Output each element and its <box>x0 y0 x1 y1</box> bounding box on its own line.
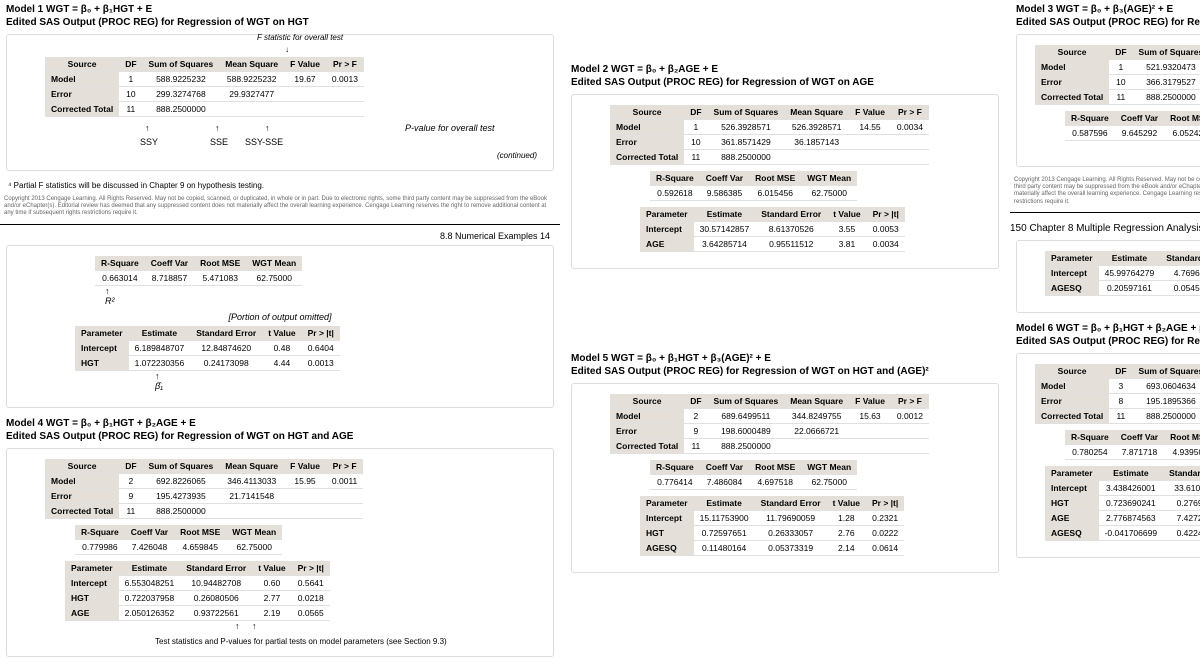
ssy-label: SSY <box>140 137 158 147</box>
model6-anova: SourceDFSum of SquaresMean SquareF Value… <box>1035 364 1200 424</box>
model3-est: ParameterEstimateStandard Errort ValuePr… <box>1045 251 1200 296</box>
model5-stats: R-SquareCoeff VarRoot MSEWGT Mean 0.7764… <box>650 460 857 490</box>
model3-title: Model 3 WGT = β₀ + β₃(AGE)² + E <box>1016 4 1200 15</box>
copyright-3: Copyright 2013 Cengage Learning. All Rig… <box>1014 177 1200 206</box>
model3-block: SourceDFSum of SquaresMean SquareF Value… <box>1016 34 1200 167</box>
model1-block: F statistic for overall test ↓ SourceDFS… <box>6 34 554 171</box>
model1-title: Model 1 WGT = β₀ + β₁HGT + E <box>6 4 560 15</box>
model6-est: ParameterEstimateStandard Errort ValuePr… <box>1045 466 1200 541</box>
model6-title: Model 6 WGT = β₀ + β₁HGT + β₂AGE + β₃(AG… <box>1016 323 1200 334</box>
model2-est: ParameterEstimateStandard Errort ValuePr… <box>640 207 905 252</box>
model6-sub: Edited SAS Output (PROC REG) for Regress… <box>1016 336 1200 347</box>
model1-block2: R-SquareCoeff VarRoot MSEWGT Mean 0.6630… <box>6 245 554 408</box>
model6-stats: R-SquareCoeff VarRoot MSEWGT Mean 0.7802… <box>1065 430 1200 460</box>
model4-est: ParameterEstimateStandard Errort ValuePr… <box>65 561 330 621</box>
model4-anova: SourceDFSum of SquaresMean SquareF Value… <box>45 459 363 519</box>
model5-block: SourceDFSum of SquaresMean SquareF Value… <box>571 383 999 573</box>
model5-title: Model 5 WGT = β₀ + β₁HGT + β₃(AGE)² + E <box>571 353 1005 364</box>
model5-anova: SourceDFSum of SquaresMean SquareF Value… <box>610 394 929 454</box>
model4-sub: Edited SAS Output (PROC REG) for Regress… <box>6 431 560 442</box>
model2-block: SourceDFSum of SquaresMean SquareF Value… <box>571 94 999 269</box>
model5-est: ParameterEstimateStandard Errort ValuePr… <box>640 496 904 556</box>
model3-stats: R-SquareCoeff VarRoot MSEWGT Mean 0.5875… <box>1065 111 1200 141</box>
model5-sub: Edited SAS Output (PROC REG) for Regress… <box>571 366 1005 377</box>
continued-1: (continued) <box>15 151 537 160</box>
model1-stats: R-SquareCoeff VarRoot MSEWGT Mean 0.6630… <box>95 256 302 286</box>
b1-label: β̂₁ <box>155 381 163 391</box>
continued-3: (continued) <box>1025 147 1200 156</box>
model1-sub: Edited SAS Output (PROC REG) for Regress… <box>6 17 560 28</box>
model2-title: Model 2 WGT = β₀ + β₂AGE + E <box>571 64 1005 75</box>
model6-block: SourceDFSum of SquaresMean SquareF Value… <box>1016 353 1200 558</box>
model4-block: SourceDFSum of SquaresMean SquareF Value… <box>6 448 554 657</box>
model3-block2: ParameterEstimateStandard Errort ValuePr… <box>1016 240 1200 313</box>
model3-sub: Edited SAS Output (PROC REG) for Regress… <box>1016 17 1200 28</box>
model4-title: Model 4 WGT = β₀ + β₁HGT + β₂AGE + E <box>6 418 560 429</box>
model1-anova: SourceDFSum of SquaresMean SquareF Value… <box>45 57 364 117</box>
model2-anova: SourceDFSum of SquaresMean SquareF Value… <box>610 105 929 165</box>
model3-anova: SourceDFSum of SquaresMean SquareF Value… <box>1035 45 1200 105</box>
ssysse-label: SSY-SSE <box>245 137 283 147</box>
model2-stats: R-SquareCoeff VarRoot MSEWGT Mean 0.5926… <box>650 171 857 201</box>
pval-label: P-value for overall test <box>405 123 495 133</box>
fstat-label: F statistic for overall test <box>257 33 343 42</box>
partial-test-note: Test statistics and P-values for partial… <box>155 637 545 646</box>
model4-stats: R-SquareCoeff VarRoot MSEWGT Mean 0.7799… <box>75 525 282 555</box>
model2-sub: Edited SAS Output (PROC REG) for Regress… <box>571 77 1005 88</box>
chapter-header: 150 Chapter 8 Multiple Regression Analys… <box>1010 223 1200 234</box>
copyright-1: Copyright 2013 Cengage Learning. All Rig… <box>4 196 556 218</box>
portion-omitted: [Portion of output omitted] <box>15 312 545 322</box>
model1-est: ParameterEstimateStandard Errort ValuePr… <box>75 326 340 371</box>
sse-label: SSE <box>210 137 228 147</box>
section-num: 8.8 Numerical Examples 14 <box>0 231 550 241</box>
r2-label: R² <box>105 296 115 306</box>
footnote-4: ⁴ Partial F statistics will be discussed… <box>8 181 560 190</box>
